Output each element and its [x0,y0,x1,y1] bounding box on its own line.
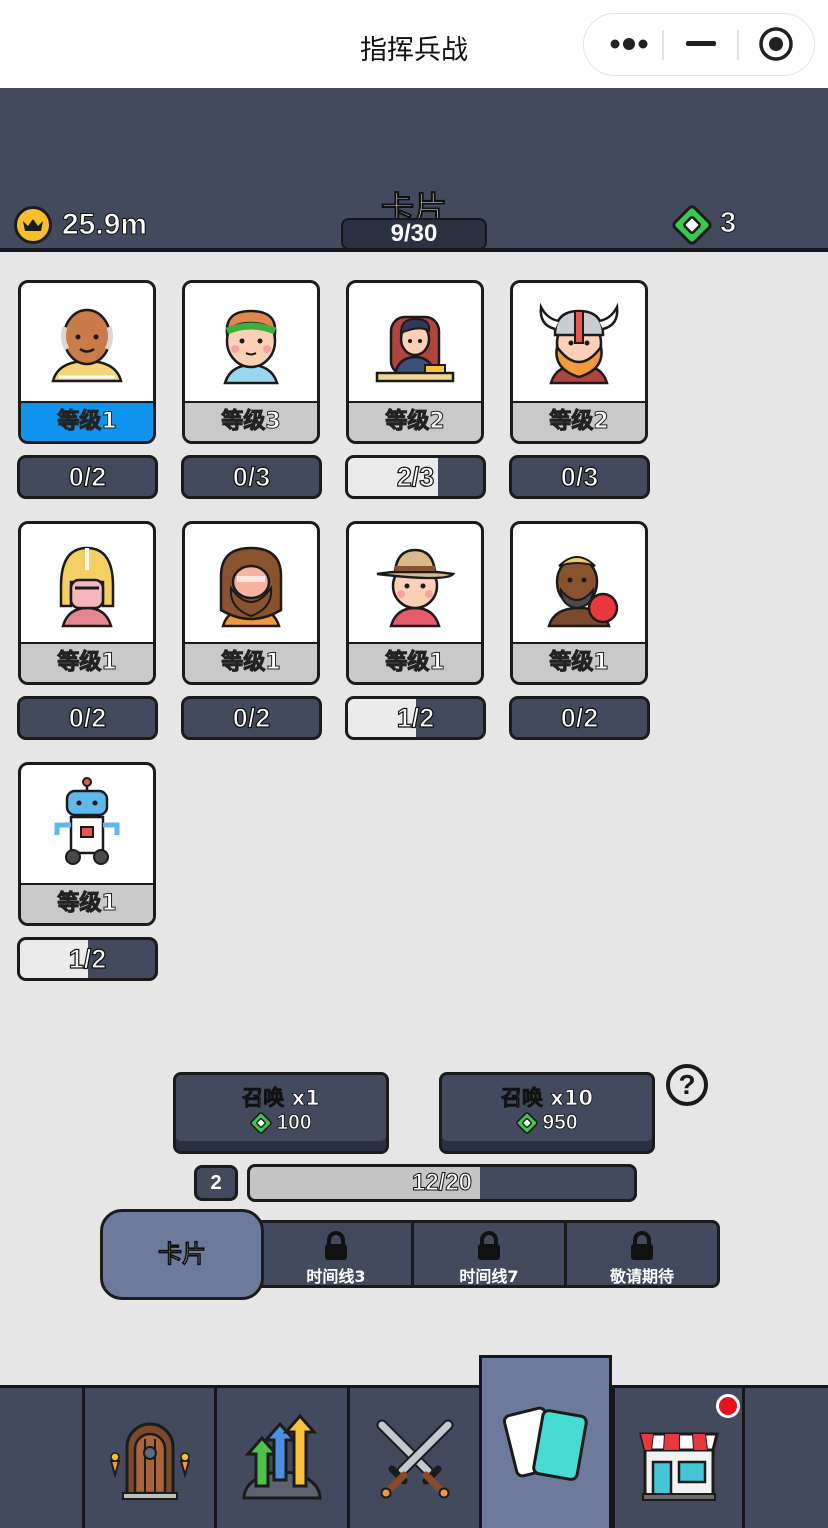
tab-cards[interactable]: 卡片 [100,1209,264,1300]
card-shard-progress: 0/2 [17,696,158,740]
card-level: 等级3 [185,401,317,441]
progress-text: 0/2 [232,702,271,733]
card-level: 等级1 [185,642,317,682]
close-miniprogram-icon[interactable] [741,14,811,74]
laurel-greek-portrait-icon [185,283,317,403]
tab-timeline-7[interactable]: 时间线7 [414,1223,567,1286]
tab-label: 时间线3 [306,1267,366,1286]
miniprogram-capsule [583,13,815,76]
timeline-tabs: 时间线3 时间线7 敬请期待 [258,1220,720,1288]
summon-x1-cost: 100 [176,1111,386,1135]
robot-portrait-icon [21,765,153,885]
summon-x1-button[interactable]: 召唤 x1 100 [173,1072,389,1154]
card-level: 等级1 [21,642,153,682]
progress-text: 0/3 [232,461,271,492]
card-shard-progress: 0/2 [17,455,158,499]
help-icon[interactable]: ? [666,1064,708,1106]
card-level: 等级2 [513,401,645,441]
card-collection-count: 9/30 [341,218,487,250]
card-level: 等级1 [21,401,153,441]
progress-text: 0/3 [560,461,599,492]
shop-icon [638,1432,719,1501]
card-shard-progress: 0/3 [181,455,322,499]
summon-progress-text: 12/20 [411,1169,473,1197]
card-shard-progress: 1/2 [17,937,158,981]
progress-text: 2/3 [396,461,435,492]
minimize-icon[interactable] [666,14,736,74]
nav-dungeon[interactable] [82,1388,215,1528]
upgrade-arrows-icon [242,1413,322,1500]
hero-card[interactable]: 等级2 [510,280,648,444]
card-level: 等级1 [21,883,153,923]
hero-card[interactable]: 等级2 [346,280,484,444]
summon-progress-bar: 12/20 [247,1164,637,1202]
summon-x10-price: 950 [542,1111,578,1135]
hero-card[interactable]: 等级1 [182,521,320,685]
hero-card[interactable]: 等级1 [346,521,484,685]
cards-icon [502,1406,588,1481]
progress-text: 1/2 [396,702,435,733]
card-shard-progress: 0/3 [509,455,650,499]
hero-card[interactable]: 等级1 [18,521,156,685]
lock-icon [325,1231,347,1260]
summon-x1-price: 100 [276,1111,312,1135]
gem-balance: 3 [719,207,737,240]
hero-card[interactable]: 等级1 [18,762,156,926]
hero-card[interactable]: 等级3 [182,280,320,444]
viking-portrait-icon [513,283,645,403]
card-shard-progress: 2/3 [345,455,486,499]
progress-text: 0/2 [68,702,107,733]
title-bar: 指挥兵战 [0,0,828,88]
shop-notification-badge [716,1394,740,1418]
nav-battle[interactable] [347,1388,480,1528]
card-level: 等级2 [349,401,481,441]
card-shard-progress: 0/2 [509,696,650,740]
summon-x10-label: 召唤 x10 [500,1086,594,1111]
tab-timeline-3[interactable]: 时间线3 [261,1223,414,1286]
tab-label: 敬请期待 [609,1267,674,1286]
hero-card[interactable]: 等级1 [510,521,648,685]
card-shard-progress: 1/2 [345,696,486,740]
crossed-swords-icon [376,1419,454,1499]
lock-icon [631,1231,653,1260]
progress-text: 0/2 [560,702,599,733]
lock-icon [478,1231,500,1260]
cowboy-portrait-icon [349,524,481,644]
card-shard-progress: 0/2 [181,696,322,740]
gem-icon [672,205,712,245]
hero-card[interactable]: 等级1 [18,280,156,444]
tab-label: 时间线7 [459,1267,519,1286]
nav-upgrade[interactable] [214,1388,347,1528]
caveman-portrait-icon [185,524,317,644]
monk-portrait-icon [21,283,153,403]
door-icon [109,1422,191,1500]
progress-text: 0/2 [68,461,107,492]
progress-text: 1/2 [68,943,107,974]
spartan-helmet-portrait-icon [21,524,153,644]
summon-x1-label: 召唤 x1 [242,1086,320,1111]
summon-x10-cost: 950 [442,1111,652,1135]
more-icon[interactable] [594,14,664,74]
summon-level-badge: 2 [194,1165,238,1201]
card-level: 等级1 [513,642,645,682]
boxer-portrait-icon [513,524,645,644]
card-level: 等级1 [349,642,481,682]
tab-coming-soon[interactable]: 敬请期待 [567,1223,717,1286]
nav-cards[interactable] [479,1355,612,1528]
gem-icon [516,1112,539,1134]
businessman-portrait-icon [349,283,481,403]
summon-x10-button[interactable]: 召唤 x10 950 [439,1072,655,1154]
gem-icon [250,1112,273,1134]
